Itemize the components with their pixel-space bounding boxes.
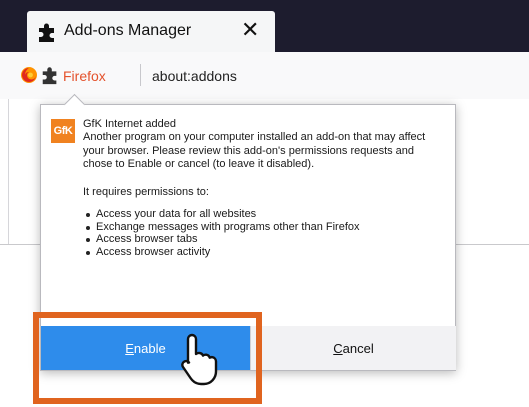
addon-description: Another program on your computer install… (83, 131, 426, 171)
permissions-header: It requires permissions to: (83, 185, 209, 198)
popup-message: GfK Internet added Another program on yo… (83, 118, 438, 258)
url-separator (140, 64, 141, 86)
puzzle-icon (40, 65, 60, 90)
cancel-button[interactable]: Cancel (250, 326, 456, 370)
page-divider (8, 99, 9, 244)
addon-title: GfK Internet added (83, 118, 176, 130)
tab-add-ons-manager[interactable]: Add-ons Manager ✕ (27, 11, 275, 52)
tab-title: Add-ons Manager (64, 22, 192, 39)
navigation-bar: Firefox about:addons (0, 52, 529, 100)
permission-item: Exchange messages with programs other th… (83, 221, 438, 234)
cancel-label: Cancel (333, 340, 374, 356)
permission-item: Access your data for all websites (83, 208, 438, 221)
highlight-box (33, 312, 262, 404)
close-tab-icon[interactable]: ✕ (241, 17, 259, 43)
puzzle-icon (36, 21, 58, 48)
title-bar: Add-ons Manager ✕ (0, 0, 529, 52)
permissions-list: Access your data for all websites Exchan… (83, 208, 438, 258)
site-identity-label[interactable]: Firefox (63, 68, 106, 84)
permission-item: Access browser activity (83, 246, 438, 259)
permission-item: Access browser tabs (83, 233, 438, 246)
gfk-logo: GfK (51, 119, 75, 143)
url-bar[interactable]: about:addons (152, 68, 237, 84)
pointer-cursor-icon (178, 331, 222, 392)
firefox-icon (20, 66, 38, 89)
